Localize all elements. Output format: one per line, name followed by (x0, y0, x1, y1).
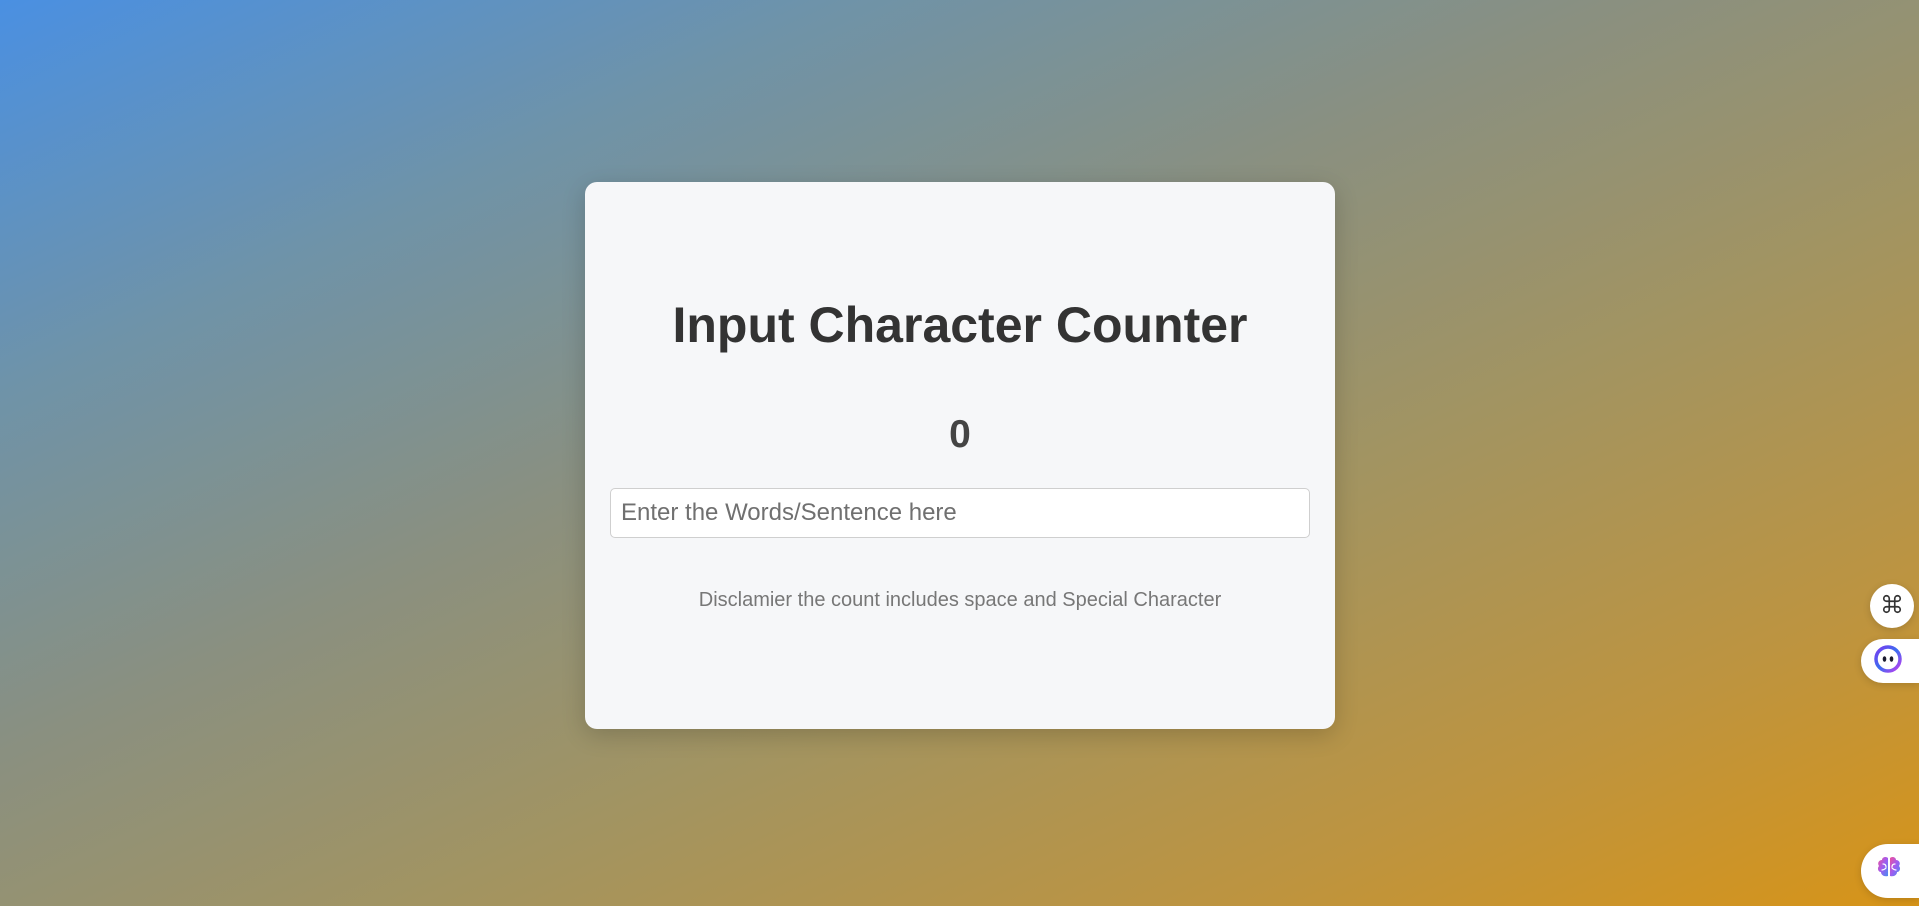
page-background: Input Character Counter 0 Disclamier the… (0, 0, 1919, 906)
shortcut-button[interactable] (1870, 584, 1914, 628)
assistant-face-icon (1873, 644, 1903, 679)
disclaimer-text: Disclamier the count includes space and … (698, 589, 1222, 611)
page-title: Input Character Counter (672, 297, 1248, 353)
command-icon (1881, 593, 1903, 620)
brain-icon (1873, 853, 1905, 890)
counter-card: Input Character Counter 0 Disclamier the… (585, 182, 1335, 729)
assistant-button[interactable] (1861, 639, 1919, 683)
text-input[interactable] (610, 488, 1310, 538)
character-count: 0 (949, 413, 971, 456)
brain-button[interactable] (1861, 844, 1919, 898)
